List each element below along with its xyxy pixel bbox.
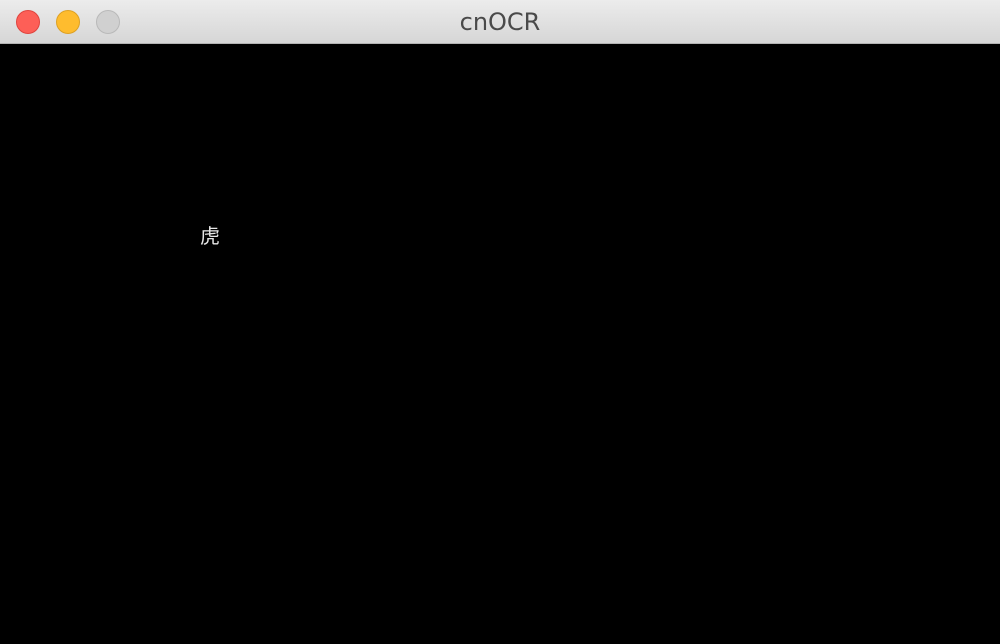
recognized-character: 虎: [200, 224, 220, 248]
drawing-canvas[interactable]: 虎: [0, 44, 1000, 644]
window-title: cnOCR: [459, 8, 541, 36]
app-window: cnOCR 虎: [0, 0, 1000, 644]
title-bar[interactable]: cnOCR: [0, 0, 1000, 44]
